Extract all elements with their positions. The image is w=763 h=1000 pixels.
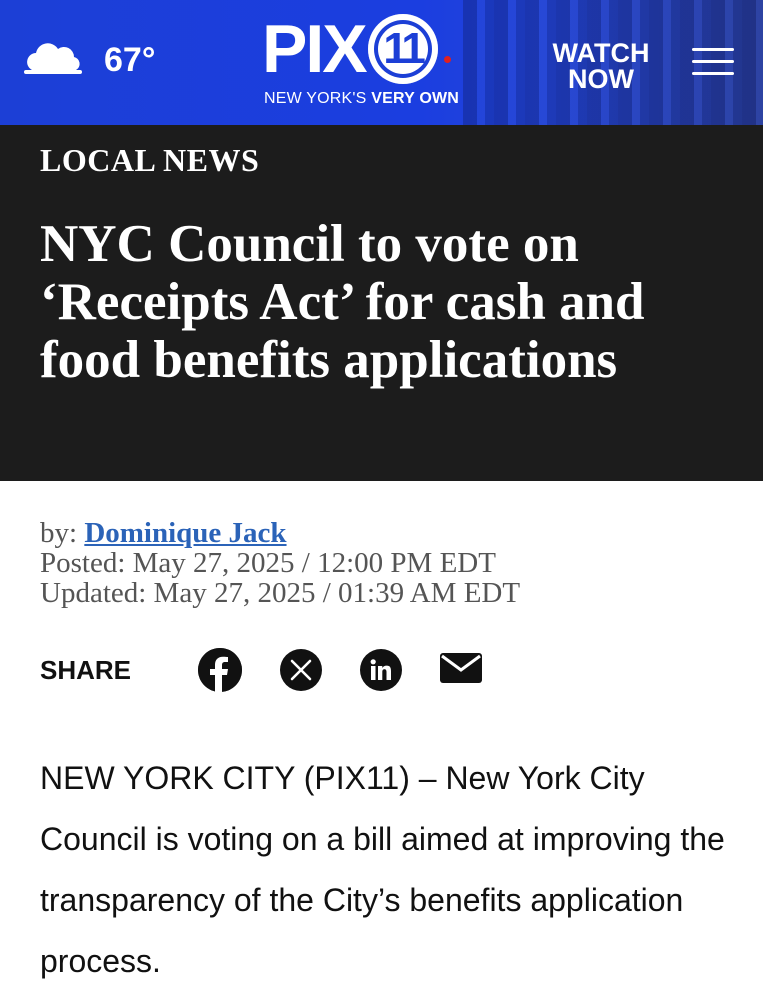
watch-now-button[interactable]: WATCH NOW (548, 38, 654, 94)
article-body: NEW YORK CITY (PIX11) – New York City Co… (40, 760, 725, 979)
share-bar: SHARE (40, 645, 740, 695)
facebook-glyph (198, 648, 242, 692)
logo-text: PIX (262, 11, 368, 87)
facebook-icon[interactable] (198, 648, 242, 692)
logo-dot (443, 55, 451, 63)
logo-mark: PIX 11 (262, 14, 522, 84)
share-label: SHARE (40, 654, 132, 685)
logo-number: 11 (367, 14, 438, 84)
site-header: 67° PIX 11 NEW YORK'S VERY OWN WATCH NOW (0, 0, 763, 125)
author-link[interactable]: Dominique Jack (84, 517, 286, 549)
article-meta: by: Dominique Jack Posted: May 27, 2025 … (40, 518, 520, 608)
x-glyph (290, 659, 312, 681)
watch-label: WATCH (552, 38, 650, 68)
byline: by: Dominique Jack (40, 518, 520, 548)
linkedin-icon[interactable] (360, 649, 402, 691)
cloud-icon (24, 43, 82, 74)
weather-widget[interactable]: 67° (24, 40, 155, 80)
linkedin-glyph (370, 659, 391, 680)
email-glyph (440, 652, 482, 683)
category-link[interactable]: LOCAL NEWS (40, 142, 259, 179)
article-banner: LOCAL NEWS NYC Council to vote on ‘Recei… (0, 125, 763, 481)
pix11-logo[interactable]: PIX 11 NEW YORK'S VERY OWN (262, 14, 522, 114)
updated-date: Updated: May 27, 2025 / 01:39 AM EDT (40, 577, 521, 609)
by-label: by: (40, 517, 85, 549)
menu-line (692, 72, 734, 75)
email-icon[interactable] (440, 652, 482, 688)
tagline: NEW YORK'S VERY OWN (264, 90, 522, 108)
tagline-regular: NEW YORK'S (264, 90, 372, 107)
article-headline: NYC Council to vote on ‘Receipts Act’ fo… (40, 215, 645, 389)
x-icon[interactable] (280, 649, 322, 691)
hamburger-menu-icon[interactable] (692, 48, 734, 76)
posted-date: Posted: May 27, 2025 / 12:00 PM EDT (40, 547, 496, 579)
temperature: 67° (104, 40, 156, 79)
menu-line (692, 60, 734, 63)
menu-line (692, 48, 734, 51)
now-label: NOW (568, 64, 634, 94)
tagline-bold: VERY OWN (371, 90, 460, 107)
